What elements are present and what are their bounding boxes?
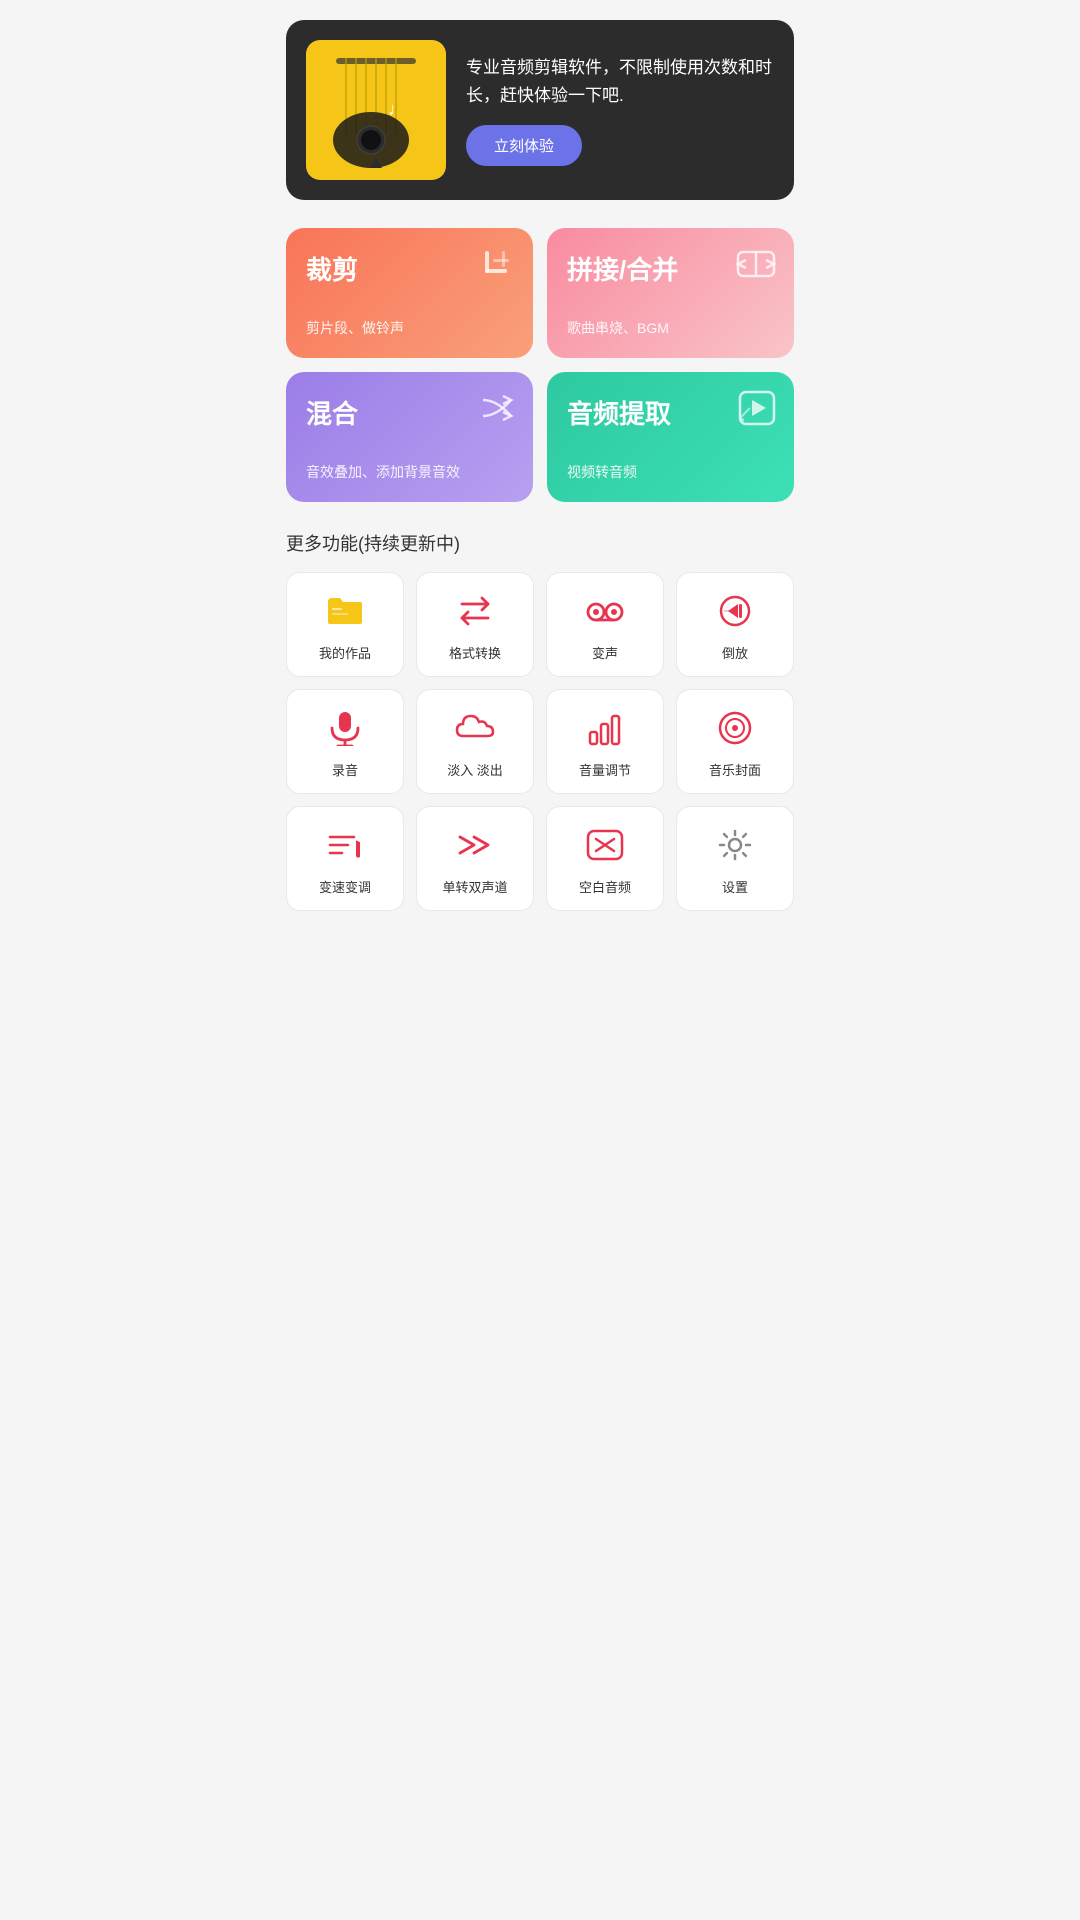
tool-settings-label: 设置: [722, 877, 748, 896]
crop-sub: 剪片段、做铃声: [306, 318, 404, 338]
play-back-icon: [716, 591, 754, 631]
banner-description: 专业音频剪辑软件，不限制使用次数和时长，赶快体验一下吧.: [466, 54, 774, 108]
more-section: 更多功能(持续更新中) 我的作品: [286, 530, 794, 911]
main-features-grid: 裁剪 剪片段、做铃声 拼接/合并 歌曲串烧、BGM 混合 音效叠加、添加背景音效: [286, 228, 794, 502]
tool-fadeinout[interactable]: 淡入 淡出: [416, 689, 534, 794]
mic-icon: [326, 708, 364, 748]
feature-card-merge[interactable]: 拼接/合并 歌曲串烧、BGM: [547, 228, 794, 358]
crop-icon: [479, 246, 515, 282]
tool-fadeinout-label: 淡入 淡出: [447, 760, 503, 779]
bar-chart-icon: [586, 708, 624, 748]
banner-text-content: 专业音频剪辑软件，不限制使用次数和时长，赶快体验一下吧. 立刻体验: [466, 54, 774, 165]
merge-sub: 歌曲串烧、BGM: [567, 318, 669, 338]
feature-card-crop[interactable]: 裁剪 剪片段、做铃声: [286, 228, 533, 358]
tool-settings[interactable]: 设置: [676, 806, 794, 911]
tool-stereo[interactable]: 单转双声道: [416, 806, 534, 911]
tool-voice[interactable]: 变声: [546, 572, 664, 677]
mute-icon: [586, 825, 624, 865]
tool-silence[interactable]: 空白音频: [546, 806, 664, 911]
cloud-icon: [455, 708, 495, 748]
banner-image: ♩: [306, 40, 446, 180]
music-list-icon: [326, 825, 364, 865]
mix-icon: [479, 390, 515, 426]
tool-myworks-label: 我的作品: [319, 643, 371, 662]
tool-format-label: 格式转换: [449, 643, 501, 662]
promo-banner: ♩ 专业音频剪辑软件，不限制使用次数和时长，赶快体验一下吧. 立刻体验: [286, 20, 794, 200]
tool-volume-label: 音量调节: [579, 760, 631, 779]
tool-reverse-label: 倒放: [722, 643, 748, 662]
feature-card-mix[interactable]: 混合 音效叠加、添加背景音效: [286, 372, 533, 502]
voicemail-icon: [586, 591, 624, 631]
tool-myworks[interactable]: 我的作品: [286, 572, 404, 677]
tool-record[interactable]: 录音: [286, 689, 404, 794]
tool-record-label: 录音: [332, 760, 358, 779]
tool-silence-label: 空白音频: [579, 877, 631, 896]
tool-cover-label: 音乐封面: [709, 760, 761, 779]
extract-sub: 视频转音频: [567, 462, 637, 482]
tool-volume[interactable]: 音量调节: [546, 689, 664, 794]
merge-icon: [736, 246, 776, 282]
more-section-title: 更多功能(持续更新中): [286, 530, 794, 556]
experience-button[interactable]: 立刻体验: [466, 125, 582, 166]
tool-stereo-label: 单转双声道: [442, 877, 507, 896]
feature-card-extract[interactable]: 音频提取 视频转音频: [547, 372, 794, 502]
repeat-icon: [456, 591, 494, 631]
tool-format[interactable]: 格式转换: [416, 572, 534, 677]
folder-icon: [326, 591, 364, 631]
forward-icon: [456, 825, 494, 865]
tool-reverse[interactable]: 倒放: [676, 572, 794, 677]
tool-voice-label: 变声: [592, 643, 618, 662]
svg-text:♩: ♩: [388, 99, 406, 119]
gear-icon: [716, 825, 754, 865]
extract-icon: [738, 390, 776, 426]
tool-cover[interactable]: 音乐封面: [676, 689, 794, 794]
tool-speed[interactable]: 变速变调: [286, 806, 404, 911]
disc-icon: [716, 708, 754, 748]
tools-grid: 我的作品 格式转换: [286, 572, 794, 911]
tool-speed-label: 变速变调: [319, 877, 371, 896]
mix-sub: 音效叠加、添加背景音效: [306, 462, 460, 482]
